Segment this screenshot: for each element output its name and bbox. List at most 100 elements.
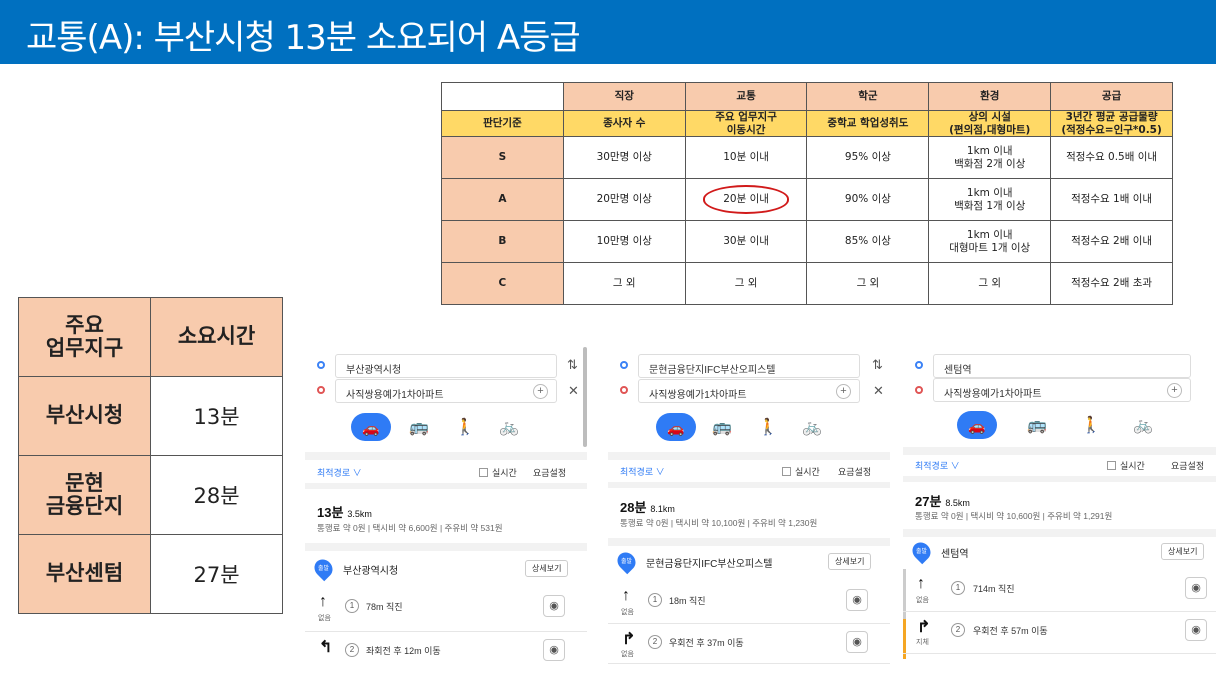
- start-row: 출발 부산광역시청 상세보기: [305, 555, 587, 583]
- bus-icon[interactable]: 🚌: [1027, 411, 1047, 441]
- cctv-icon[interactable]: ◉: [1185, 577, 1207, 599]
- step-number: 2: [648, 635, 662, 649]
- car-icon[interactable]: 🚗: [351, 413, 391, 441]
- slide-title: 교통(A): 부산시청 13분 소요되어 A등급: [26, 18, 581, 58]
- origin-input[interactable]: 센텀역: [933, 354, 1191, 378]
- straight-arrow-icon: ↑: [622, 587, 630, 604]
- step-traffic: 지체: [916, 639, 929, 646]
- checkbox-icon: [479, 468, 488, 477]
- criteria-cell: 10만명 이상: [562, 220, 686, 263]
- origin-dot-icon: [317, 361, 325, 369]
- fare-setting-link[interactable]: 요금설정: [838, 465, 871, 478]
- bus-icon[interactable]: 🚌: [409, 413, 429, 443]
- start-row: 출발 문현금융단지IFC부산오피스텔 상세보기: [608, 548, 890, 576]
- cctv-icon[interactable]: ◉: [846, 631, 868, 653]
- destination-dot-icon: [915, 386, 923, 394]
- criteria-subheader-cell: 중학교 학업성취도: [806, 110, 930, 137]
- step-number: 1: [951, 581, 965, 595]
- commute-summary-table: 주요 업무지구 소요시간 부산시청 13분 문현 금융단지 28분 부산센텀 27분: [18, 297, 283, 614]
- origin-input[interactable]: 부산광역시청: [335, 354, 557, 378]
- criteria-cell: 그 외: [684, 262, 808, 305]
- criteria-subheader-cell: 3년간 평균 공급물량 (적정수요=인구*0.5): [1050, 110, 1173, 137]
- right-turn-icon: ↱: [917, 619, 931, 636]
- step-text: 714m 직진: [973, 584, 1015, 594]
- criteria-header-cell: 직장: [562, 82, 686, 111]
- realtime-label: 실시간: [492, 468, 517, 478]
- criteria-cell: 90% 이상: [806, 178, 930, 221]
- realtime-checkbox[interactable]: 실시간: [782, 465, 820, 478]
- route-option-dropdown[interactable]: 최적경로 ∨: [915, 459, 960, 472]
- origin-dot-icon: [620, 361, 628, 369]
- fare-setting-link[interactable]: 요금설정: [533, 466, 566, 479]
- slide-header: 교통(A): 부산시청 13분 소요되어 A등급: [0, 0, 1216, 64]
- walk-icon[interactable]: 🚶: [455, 413, 475, 443]
- grade-cell: C: [441, 262, 564, 305]
- swap-icon[interactable]: ⇅: [567, 357, 578, 373]
- scrollbar[interactable]: [583, 347, 587, 447]
- cctv-icon[interactable]: ◉: [543, 595, 565, 617]
- car-icon[interactable]: 🚗: [957, 411, 997, 439]
- criteria-subheader-cell: 종사자 수: [562, 110, 686, 137]
- add-waypoint-icon[interactable]: +: [1167, 383, 1182, 398]
- start-badge: 출발: [620, 559, 633, 565]
- step-divider: [903, 611, 1216, 612]
- bike-icon[interactable]: 🚲: [802, 413, 822, 443]
- origin-input[interactable]: 문현금융단지IFC부산오피스텔: [638, 354, 860, 378]
- straight-arrow-icon: ↑: [917, 575, 925, 592]
- walk-icon[interactable]: 🚶: [1081, 411, 1101, 441]
- detail-button[interactable]: 상세보기: [525, 560, 569, 577]
- fare-setting-link[interactable]: 요금설정: [1171, 459, 1204, 472]
- criteria-cell: 30만명 이상: [562, 136, 686, 179]
- realtime-checkbox[interactable]: 실시간: [1107, 459, 1145, 472]
- detail-button[interactable]: 상세보기: [1161, 543, 1205, 560]
- destination-input[interactable]: 사직쌍용예가1차아파트 +: [933, 378, 1191, 402]
- summary-header-cell: 주요 업무지구: [18, 297, 151, 377]
- car-icon[interactable]: 🚗: [656, 413, 696, 441]
- bus-icon[interactable]: 🚌: [712, 413, 732, 443]
- summary-row: 문현 금융단지 28분: [18, 455, 283, 535]
- route-summary: 27분 8.5km: [915, 491, 970, 510]
- destination-input[interactable]: 사직쌍용예가1차아파트 +: [335, 379, 557, 403]
- summary-district: 부산시청: [18, 376, 151, 456]
- section-divider: [608, 538, 890, 546]
- walk-icon[interactable]: 🚶: [758, 413, 778, 443]
- cctv-icon[interactable]: ◉: [846, 589, 868, 611]
- cctv-icon[interactable]: ◉: [1185, 619, 1207, 641]
- grade-cell: S: [441, 136, 564, 179]
- route-summary: 28분 8.1km: [620, 497, 675, 516]
- criteria-cell: 적정수요 0.5배 이내: [1050, 136, 1173, 179]
- add-waypoint-icon[interactable]: +: [836, 384, 851, 399]
- route-step: ↱ 지체 2 우회전 후 57m 이동 ◉: [903, 615, 1216, 655]
- add-waypoint-icon[interactable]: +: [533, 384, 548, 399]
- step-number: 2: [345, 643, 359, 657]
- route-option-dropdown[interactable]: 최적경로 ∨: [620, 465, 665, 478]
- criteria-cell: 적정수요 1배 이내: [1050, 178, 1173, 221]
- close-icon[interactable]: ✕: [873, 383, 884, 399]
- step-number: 1: [648, 593, 662, 607]
- criteria-cell: 1km 이내 백화점 1개 이상: [928, 178, 1052, 221]
- left-turn-icon: ↰: [319, 639, 333, 656]
- step-text: 78m 직진: [366, 602, 403, 612]
- detail-button[interactable]: 상세보기: [828, 553, 872, 570]
- criteria-header-cell: 학군: [806, 82, 930, 111]
- cctv-icon[interactable]: ◉: [543, 639, 565, 661]
- close-icon[interactable]: ✕: [568, 383, 579, 399]
- transport-modes: 🚗 🚌 🚶 🚲: [608, 413, 890, 449]
- criteria-cell: 1km 이내 대형마트 1개 이상: [928, 220, 1052, 263]
- route-option-dropdown[interactable]: 최적경로 ∨: [317, 466, 362, 479]
- summary-time: 27분: [150, 534, 283, 614]
- grade-cell: B: [441, 220, 564, 263]
- realtime-checkbox[interactable]: 실시간: [479, 466, 517, 479]
- destination-input[interactable]: 사직쌍용예가1차아파트 +: [638, 379, 860, 403]
- right-turn-icon: ↱: [622, 631, 636, 648]
- route-options: 최적경로 ∨ 실시간 요금설정: [305, 462, 587, 482]
- swap-icon[interactable]: ⇅: [872, 357, 883, 373]
- criteria-row-a: A 20만명 이상 20분 이내 90% 이상 1km 이내 백화점 1개 이상 …: [441, 178, 1173, 221]
- step-traffic: 없음: [621, 609, 634, 616]
- bike-icon[interactable]: 🚲: [499, 413, 519, 443]
- bike-icon[interactable]: 🚲: [1133, 411, 1153, 441]
- realtime-label: 실시간: [795, 467, 820, 477]
- realtime-label: 실시간: [1120, 461, 1145, 471]
- criteria-cell: 적정수요 2배 이내: [1050, 220, 1173, 263]
- summary-row: 부산시청 13분: [18, 376, 283, 456]
